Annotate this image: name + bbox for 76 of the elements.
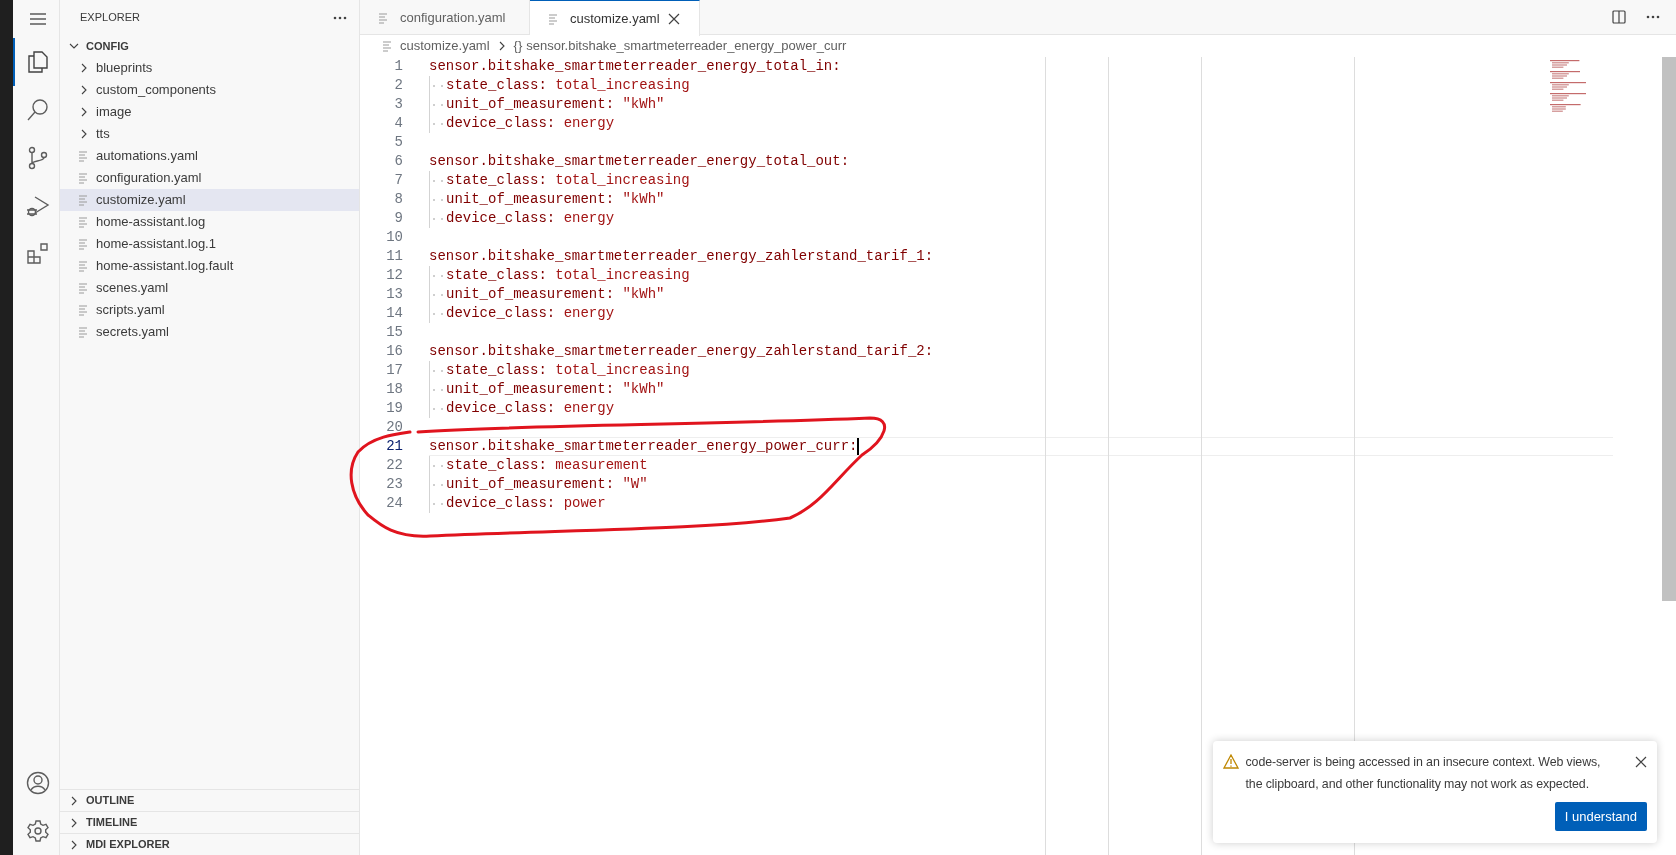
text-cursor	[857, 438, 860, 455]
breadcrumb-item[interactable]: customize.yaml	[400, 36, 490, 56]
line-number: 11	[385, 247, 403, 266]
more-icon[interactable]	[1646, 15, 1660, 19]
file-row[interactable]: scenes.yaml	[60, 277, 359, 299]
code-line: device_class: energy	[446, 209, 615, 228]
line-number: 2	[393, 76, 403, 95]
file-row[interactable]: home-assistant.log.fault	[60, 255, 359, 277]
panel-header[interactable]: OUTLINE	[60, 789, 359, 811]
notification-message: code-server is being accessed in an insecure context. Web views, the clipboard, and other functionality may not work as expected.	[1245, 754, 1602, 793]
line-number: 20	[385, 418, 403, 437]
code-line: sensor.bitshake_smartmeterreader_energy_total_out:	[429, 152, 850, 171]
line-number: 17	[385, 361, 403, 380]
line-number: 10	[385, 228, 403, 247]
symbol-icon: {}	[513, 36, 523, 56]
code-line: device_class: energy	[446, 114, 615, 133]
file-row[interactable]: home-assistant.log.1	[60, 233, 359, 255]
file-row[interactable]: scripts.yaml	[60, 299, 359, 321]
code-line: sensor.bitshake_smartmeterreader_energy_zahlerstand_tarif_1:	[429, 247, 934, 266]
code-line: unit_of_measurement: "W"	[446, 475, 648, 494]
code-line: unit_of_measurement: "kWh"	[446, 95, 665, 114]
folder-row[interactable]: custom_components	[60, 79, 359, 101]
line-number: 18	[385, 380, 403, 399]
line-number: 3	[393, 95, 403, 114]
close-icon[interactable]	[1635, 756, 1647, 768]
code-line: device_class: energy	[446, 304, 615, 323]
folder-row[interactable]: blueprints	[60, 57, 359, 79]
line-number: 21	[385, 437, 403, 456]
code-line: sensor.bitshake_smartmeterreader_energy_zahlerstand_tarif_2:	[429, 342, 934, 361]
line-number: 13	[385, 285, 403, 304]
line-number: 12	[385, 266, 403, 285]
code-line: device_class: power	[446, 494, 606, 513]
line-number: 9	[393, 209, 403, 228]
line-number: 15	[385, 323, 403, 342]
code-line: state_class: total_increasing	[446, 76, 690, 95]
more-icon[interactable]	[333, 15, 347, 20]
code-line: unit_of_measurement: "kWh"	[446, 190, 665, 209]
line-number: 8	[393, 190, 403, 209]
line-number: 22	[385, 456, 403, 475]
file-row[interactable]: home-assistant.log	[60, 211, 359, 233]
line-number: 19	[385, 399, 403, 418]
line-number: 5	[393, 133, 403, 152]
file-row[interactable]: customize.yaml	[60, 189, 359, 211]
code-line: state_class: total_increasing	[446, 361, 690, 380]
breadcrumb-item[interactable]: sensor.bitshake_smartmeterreader_energy_power_curr	[526, 36, 847, 56]
line-number: 7	[393, 171, 403, 190]
line-number: 16	[385, 342, 403, 361]
code-line: sensor.bitshake_smartmeterreader_energy_power_curr:	[429, 437, 858, 456]
code-line: device_class: energy	[446, 399, 615, 418]
folder-row[interactable]: tts	[60, 123, 359, 145]
line-number: 14	[385, 304, 403, 323]
sidebar-title: EXPLORER	[80, 10, 140, 26]
code-line: sensor.bitshake_smartmeterreader_energy_total_in:	[429, 57, 841, 76]
code-line: unit_of_measurement: "kWh"	[446, 285, 665, 304]
panel-header[interactable]: MDI EXPLORER	[60, 833, 359, 855]
folder-row[interactable]: image	[60, 101, 359, 123]
line-number: 4	[393, 114, 403, 133]
line-number: 24	[385, 494, 403, 513]
split-editor-icon[interactable]	[1612, 10, 1626, 24]
warning-icon	[1223, 754, 1239, 769]
code-line: state_class: total_increasing	[446, 266, 690, 285]
line-number: 23	[385, 475, 403, 494]
understand-button[interactable]: I understand	[1554, 801, 1647, 831]
code-line: state_class: total_increasing	[446, 171, 690, 190]
close-icon[interactable]	[667, 12, 680, 25]
code-line: state_class: measurement	[446, 456, 648, 475]
file-row[interactable]: configuration.yaml	[60, 167, 359, 189]
line-number: 1	[393, 57, 403, 76]
file-row[interactable]: secrets.yaml	[60, 321, 359, 343]
file-row[interactable]: automations.yaml	[60, 145, 359, 167]
scrollbar-thumb[interactable]	[1662, 57, 1676, 601]
code-line: unit_of_measurement: "kWh"	[446, 380, 665, 399]
panel-header[interactable]: TIMELINE	[60, 811, 359, 833]
line-number: 6	[393, 152, 403, 171]
folder-row[interactable]: CONFIG	[60, 35, 359, 57]
editor-tab[interactable]: customize.yaml	[530, 0, 700, 36]
